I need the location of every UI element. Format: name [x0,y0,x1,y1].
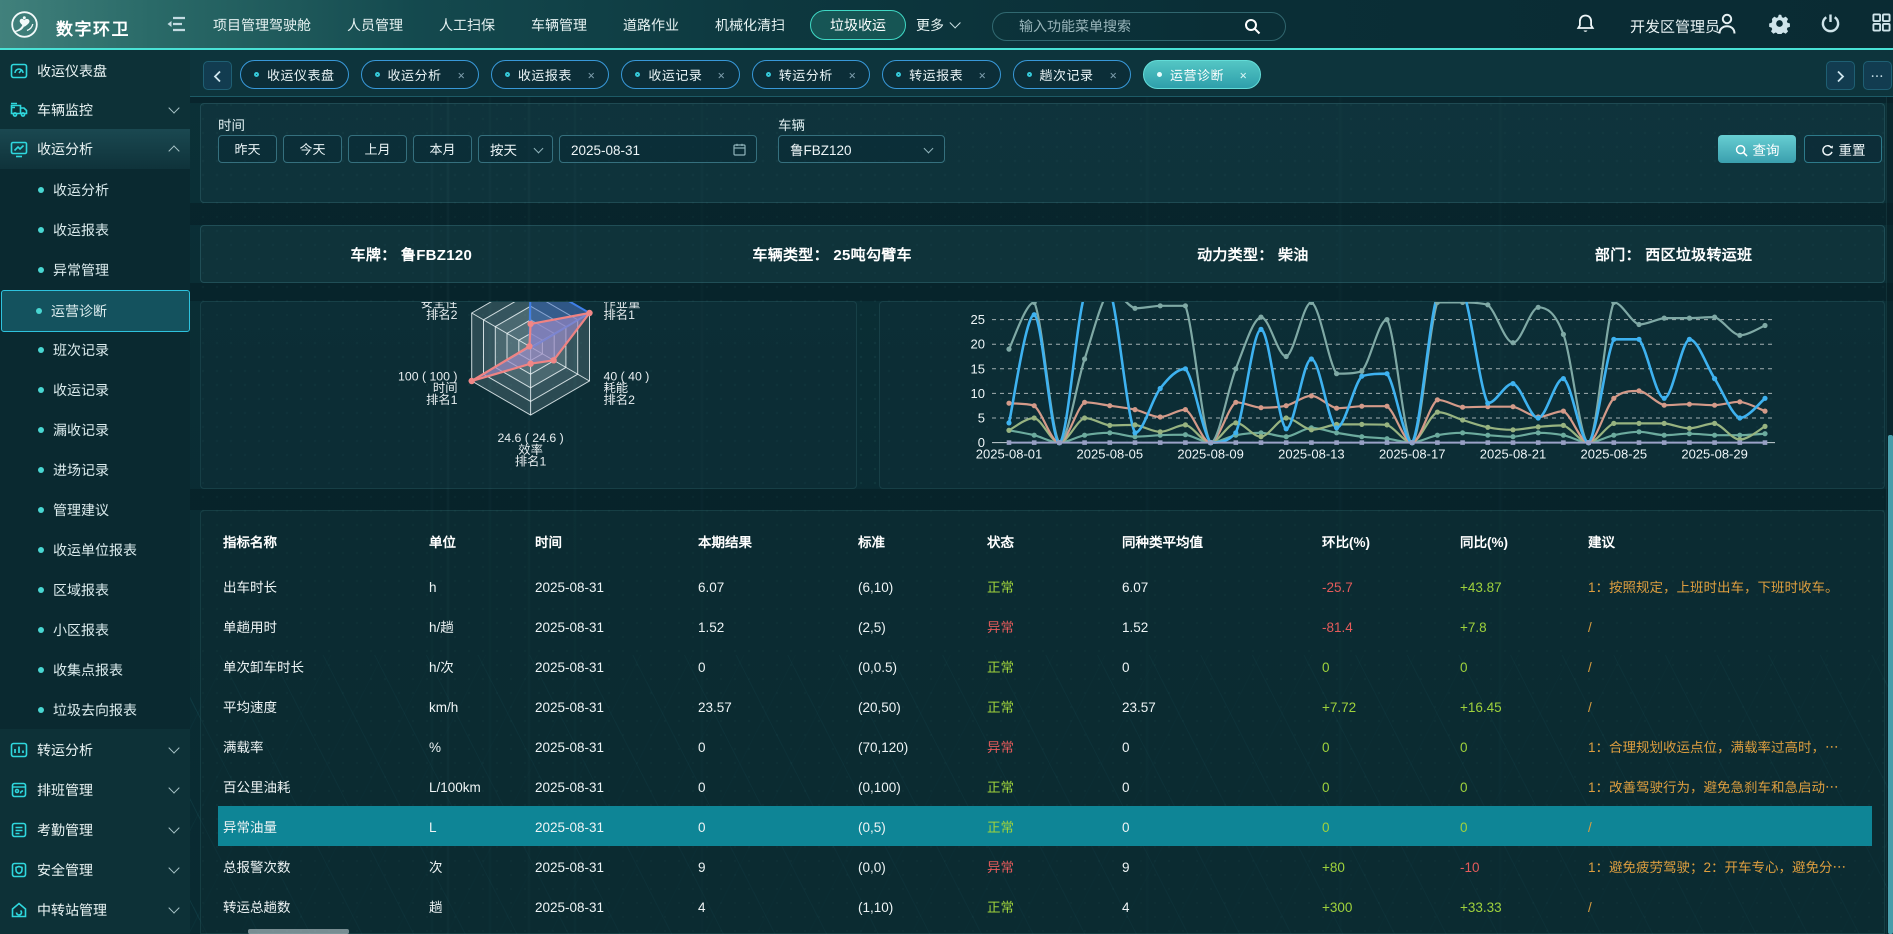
svg-text:2025-08-13: 2025-08-13 [1278,444,1345,463]
svg-text:排名1: 排名1 [515,452,547,470]
svg-text:20: 20 [971,334,985,353]
svg-text:10: 10 [971,383,985,402]
svg-text:排名2: 排名2 [604,390,636,408]
svg-text:2025-08-09: 2025-08-09 [1177,444,1244,463]
svg-text:排名1: 排名1 [426,390,458,408]
svg-text:排名1: 排名1 [604,305,636,323]
svg-text:2025-08-29: 2025-08-29 [1681,444,1748,463]
svg-text:15: 15 [971,358,985,377]
svg-text:2025-08-21: 2025-08-21 [1480,444,1547,463]
svg-text:5: 5 [978,408,985,427]
svg-text:2025-08-25: 2025-08-25 [1581,444,1648,463]
svg-text:2025-08-05: 2025-08-05 [1077,444,1144,463]
svg-text:2025-08-01: 2025-08-01 [976,444,1043,463]
svg-text:25: 25 [971,309,985,328]
svg-text:排名2: 排名2 [426,305,458,323]
svg-text:2025-08-17: 2025-08-17 [1379,444,1446,463]
